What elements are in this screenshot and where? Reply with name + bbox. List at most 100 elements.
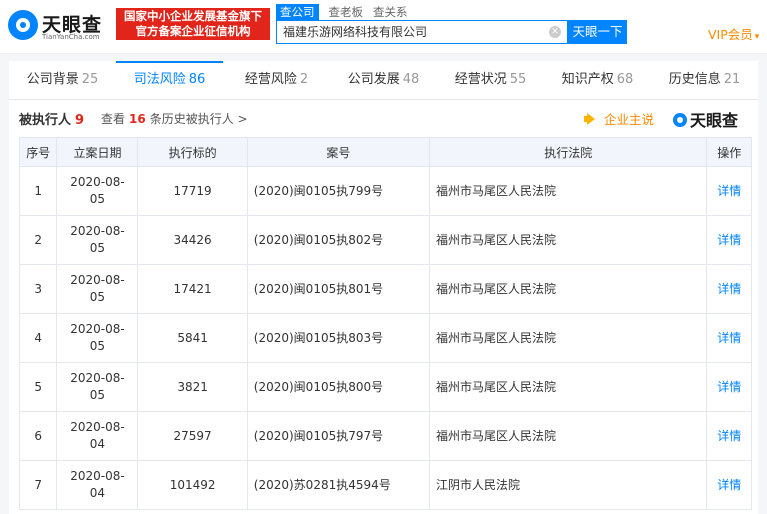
- cell-case-no: (2020)苏0281执4594号: [246, 460, 431, 510]
- executed-person-panel: 被执行人 9 查看 16 条历史被执行人 > 企业主说 天眼查 序号 立案日期 执行标…: [9, 99, 758, 514]
- cell-case-no: (2020)闽0105执801号: [246, 264, 431, 314]
- section-tabs: 公司背景 25 司法风险 86 经营风险 2 公司发展 48 经营状况 55 知识产权 68…: [9, 61, 758, 99]
- tab-count: 21: [723, 72, 741, 87]
- date-text: 2020-08-05: [70, 175, 125, 206]
- col-header-no: 序号: [18, 137, 58, 167]
- cell-date: 2020-08-04: [56, 411, 139, 461]
- cell-case-no: (2020)闽0105执800号: [246, 362, 431, 412]
- detail-link[interactable]: 详情: [706, 264, 752, 314]
- cell-no: 5: [18, 362, 58, 412]
- logo-subtext: TianYanCha.com: [42, 33, 100, 41]
- brand-text: 天眼查: [690, 111, 739, 130]
- cell-case-no: (2020)闽0105执803号: [246, 313, 431, 363]
- search-button[interactable]: 天眼一下: [568, 20, 627, 44]
- tab-business-status[interactable]: 经营状况 55: [437, 61, 544, 99]
- credential-banner[interactable]: 国家中小企业发展基金旗下 官方备案企业征信机构: [116, 8, 270, 40]
- tab-count: 25: [81, 72, 99, 87]
- tab-company-background[interactable]: 公司背景 25: [9, 61, 116, 99]
- tab-company-development[interactable]: 公司发展 48: [330, 61, 437, 99]
- detail-link[interactable]: 详情: [706, 362, 752, 412]
- table-row: 3 2020-08-05 17421 (2020)闽0105执801号 福州市马尾区人民…: [18, 264, 752, 314]
- cell-court: 福州市马尾区人民法院: [429, 313, 708, 363]
- tab-operating-risk[interactable]: 经营风险 2: [223, 61, 330, 99]
- tab-history-info[interactable]: 历史信息 21: [651, 61, 758, 99]
- section-title: 被执行人 9: [19, 109, 84, 128]
- eye-logo-icon: [673, 113, 687, 127]
- table-row: 1 2020-08-05 17719 (2020)闽0105执799号 福州市马尾区人民…: [18, 166, 752, 216]
- section-count: 9: [75, 113, 85, 128]
- detail-link[interactable]: 详情: [706, 460, 752, 510]
- cell-amount: 5841: [137, 313, 248, 363]
- date-text: 2020-08-04: [70, 420, 125, 451]
- cell-case-no: (2020)闽0105执797号: [246, 411, 431, 461]
- col-header-date: 立案日期: [56, 137, 139, 167]
- cell-case-no: (2020)闽0105执799号: [246, 166, 431, 216]
- vip-label: VIP会员: [708, 27, 753, 42]
- cell-date: 2020-08-05: [56, 166, 139, 216]
- cell-court: 江阴市人民法院: [429, 460, 708, 510]
- tab-count: 48: [402, 72, 420, 87]
- detail-link[interactable]: 详情: [706, 411, 752, 461]
- tab-label: 历史信息: [668, 72, 721, 87]
- tab-label: 经营状况: [454, 72, 507, 87]
- brand-watermark: 天眼查: [673, 107, 738, 131]
- table-row: 2 2020-08-05 34426 (2020)闽0105执802号 福州市马尾区人民…: [18, 215, 752, 265]
- table-row: 7 2020-08-04 101492 (2020)苏0281执4594号 江阴市人民法…: [18, 460, 752, 510]
- eye-logo-icon: [8, 10, 38, 40]
- vip-menu[interactable]: VIP会员 ▾: [708, 24, 759, 43]
- cell-no: 4: [18, 313, 58, 363]
- cell-no: 1: [18, 166, 58, 216]
- col-header-action: 操作: [706, 137, 752, 167]
- search-input[interactable]: 福建乐游网络科技有限公司 ✕: [276, 20, 568, 44]
- tianyancha-logo[interactable]: 天眼查 TianYanCha.com: [8, 8, 108, 44]
- tab-label: 知识产权: [561, 72, 614, 87]
- date-text: 2020-08-05: [70, 322, 125, 353]
- top-header: 天眼查 TianYanCha.com 国家中小企业发展基金旗下 官方备案企业征信…: [0, 0, 767, 54]
- cell-amount: 17421: [137, 264, 248, 314]
- search-tab-company[interactable]: 查公司: [276, 4, 319, 20]
- tab-count: 2: [299, 72, 309, 87]
- search-tab-relation[interactable]: 查关系: [373, 4, 408, 20]
- col-header-case-no: 案号: [246, 137, 431, 167]
- cell-date: 2020-08-05: [56, 313, 139, 363]
- cell-no: 3: [18, 264, 58, 314]
- cell-date: 2020-08-05: [56, 264, 139, 314]
- speaker-icon: [584, 113, 598, 125]
- history-prefix: 查看: [101, 112, 126, 126]
- col-header-court: 执行法院: [429, 137, 708, 167]
- table-row: 4 2020-08-05 5841 (2020)闽0105执803号 福州市马尾区人民法…: [18, 313, 752, 363]
- detail-link[interactable]: 详情: [706, 313, 752, 363]
- date-text: 2020-08-05: [70, 273, 125, 304]
- cell-no: 6: [18, 411, 58, 461]
- search-input-value: 福建乐游网络科技有限公司: [283, 25, 428, 39]
- tab-label: 公司发展: [347, 72, 400, 87]
- banner-line-1: 国家中小企业发展基金旗下: [124, 9, 262, 23]
- cell-court: 福州市马尾区人民法院: [429, 362, 708, 412]
- history-link[interactable]: 查看 16 条历史被执行人 >: [101, 110, 248, 127]
- main-content: 公司背景 25 司法风险 86 经营风险 2 公司发展 48 经营状况 55 知识产权 68…: [0, 54, 767, 514]
- detail-link[interactable]: 详情: [706, 166, 752, 216]
- cell-amount: 101492: [137, 460, 248, 510]
- clear-icon[interactable]: ✕: [549, 26, 561, 38]
- cell-court: 福州市马尾区人民法院: [429, 264, 708, 314]
- date-text: 2020-08-04: [70, 469, 125, 500]
- table-row: 6 2020-08-04 27597 (2020)闽0105执797号 福州市马尾区人民…: [18, 411, 752, 461]
- search-tab-boss[interactable]: 查老板: [329, 4, 364, 20]
- company-speak-button[interactable]: 企业主说: [584, 109, 654, 128]
- tab-judicial-risk[interactable]: 司法风险 86: [116, 61, 223, 99]
- date-text: 2020-08-05: [70, 224, 125, 255]
- col-header-amount: 执行标的: [137, 137, 248, 167]
- tab-intellectual-property[interactable]: 知识产权 68: [544, 61, 651, 99]
- cell-court: 福州市马尾区人民法院: [429, 215, 708, 265]
- cell-amount: 17719: [137, 166, 248, 216]
- tab-label: 司法风险: [133, 72, 186, 87]
- detail-link[interactable]: 详情: [706, 215, 752, 265]
- tab-label: 公司背景: [26, 72, 79, 87]
- tab-count: 86: [188, 72, 206, 87]
- cell-case-no: (2020)闽0105执802号: [246, 215, 431, 265]
- history-suffix: 条历史被执行人 >: [149, 112, 248, 126]
- company-speak-label: 企业主说: [604, 112, 655, 127]
- history-count: 16: [129, 112, 146, 126]
- cell-court: 福州市马尾区人民法院: [429, 411, 708, 461]
- cell-no: 7: [18, 460, 58, 510]
